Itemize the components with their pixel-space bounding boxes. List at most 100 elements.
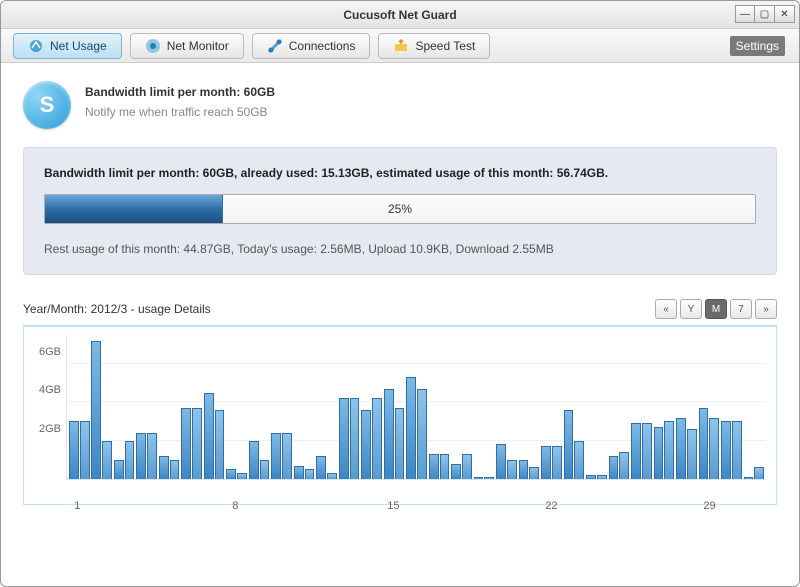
titlebar: Cucusoft Net Guard — ▢ ✕ (1, 1, 799, 29)
bar-day-24[interactable] (586, 335, 606, 479)
bar-upload (69, 421, 79, 479)
maximize-button[interactable]: ▢ (755, 5, 775, 23)
bar-day-11[interactable] (294, 335, 314, 479)
bar-upload (631, 423, 641, 479)
bandwidth-limit-label: Bandwidth limit per month: 60GB (85, 85, 275, 99)
bar-day-3[interactable] (114, 335, 134, 479)
bar-download (642, 423, 652, 479)
app-logo-icon: S (23, 81, 71, 129)
bar-day-18[interactable] (451, 335, 471, 479)
bar-upload (249, 441, 259, 479)
bar-upload (676, 418, 686, 479)
details-title: Year/Month: 2012/3 - usage Details (23, 302, 211, 316)
bar-day-25[interactable] (609, 335, 629, 479)
bar-download (417, 389, 427, 479)
bar-download (350, 398, 360, 479)
bar-upload (541, 446, 551, 479)
bar-day-19[interactable] (474, 335, 494, 479)
header-text: Bandwidth limit per month: 60GB Notify m… (85, 81, 275, 119)
range-button-nav[interactable]: » (755, 299, 777, 319)
bar-day-29[interactable] (699, 335, 719, 479)
usage-summary-text: Bandwidth limit per month: 60GB, already… (44, 166, 756, 180)
x-tick-label: 29 (703, 500, 715, 512)
bar-day-4[interactable] (136, 335, 156, 479)
bar-day-10[interactable] (271, 335, 291, 479)
bar-download (552, 446, 562, 479)
range-controls: «YM7» (655, 299, 777, 319)
bar-day-5[interactable] (159, 335, 179, 479)
bar-download (462, 454, 472, 479)
tab-speed-test[interactable]: Speed Test (378, 33, 490, 59)
bar-day-17[interactable] (429, 335, 449, 479)
window-title: Cucusoft Net Guard (343, 8, 456, 22)
bar-upload (474, 477, 484, 479)
bar-upload (384, 389, 394, 479)
tab-label: Speed Test (415, 39, 475, 53)
notify-threshold-label: Notify me when traffic reach 50GB (85, 105, 275, 119)
bar-upload (406, 377, 416, 479)
progress-percent-label: 25% (388, 202, 412, 216)
bar-day-31[interactable] (744, 335, 764, 479)
bar-day-14[interactable] (361, 335, 381, 479)
bar-day-8[interactable] (226, 335, 246, 479)
range-button-Y[interactable]: Y (680, 299, 702, 319)
range-button-M[interactable]: M (705, 299, 727, 319)
bar-day-22[interactable] (541, 335, 561, 479)
bar-download (709, 418, 719, 479)
bar-upload (721, 421, 731, 479)
bar-day-13[interactable] (339, 335, 359, 479)
chart-area: 2GB4GB6GB (66, 335, 766, 480)
bar-upload (136, 433, 146, 479)
bar-upload (564, 410, 574, 479)
bar-day-28[interactable] (676, 335, 696, 479)
close-button[interactable]: ✕ (775, 5, 795, 23)
bar-upload (339, 398, 349, 479)
bar-day-7[interactable] (204, 335, 224, 479)
tab-label: Connections (289, 39, 356, 53)
y-tick-label: 2GB (27, 423, 61, 435)
bar-day-20[interactable] (496, 335, 516, 479)
minimize-button[interactable]: — (735, 5, 755, 23)
bar-download (305, 469, 315, 479)
bar-download (237, 473, 247, 479)
content-area: S Bandwidth limit per month: 60GB Notify… (1, 63, 799, 523)
usage-chart: 2GB4GB6GB 18152229 (23, 325, 777, 505)
bar-day-9[interactable] (249, 335, 269, 479)
bar-upload (159, 456, 169, 479)
bar-download (282, 433, 292, 479)
range-button-7[interactable]: 7 (730, 299, 752, 319)
bar-day-15[interactable] (384, 335, 404, 479)
bar-day-21[interactable] (519, 335, 539, 479)
bar-day-16[interactable] (406, 335, 426, 479)
y-tick-label: 4GB (27, 384, 61, 396)
bar-download (732, 421, 742, 479)
bar-day-2[interactable] (91, 335, 111, 479)
bar-download (574, 441, 584, 479)
bar-day-26[interactable] (631, 335, 651, 479)
bar-upload (204, 393, 214, 479)
tab-net-usage[interactable]: Net Usage (13, 33, 122, 59)
bar-download (327, 473, 337, 479)
bar-upload (451, 464, 461, 479)
bar-day-12[interactable] (316, 335, 336, 479)
bar-upload (181, 408, 191, 479)
bar-upload (429, 454, 439, 479)
bar-day-23[interactable] (564, 335, 584, 479)
header-row: S Bandwidth limit per month: 60GB Notify… (23, 81, 777, 129)
bar-day-30[interactable] (721, 335, 741, 479)
bar-upload (609, 456, 619, 479)
bar-download (440, 454, 450, 479)
tab-net-monitor[interactable]: Net Monitor (130, 33, 244, 59)
bar-download (529, 467, 539, 479)
bar-day-27[interactable] (654, 335, 674, 479)
bar-day-6[interactable] (181, 335, 201, 479)
tab-connections[interactable]: Connections (252, 33, 371, 59)
bar-day-1[interactable] (69, 335, 89, 479)
usage-panel: Bandwidth limit per month: 60GB, already… (23, 147, 777, 275)
tab-label: Net Usage (50, 39, 107, 53)
bar-upload (654, 427, 664, 479)
bar-upload (586, 475, 596, 479)
x-tick-label: 15 (387, 500, 399, 512)
range-button-nav[interactable]: « (655, 299, 677, 319)
settings-link[interactable]: Settings (730, 36, 785, 56)
